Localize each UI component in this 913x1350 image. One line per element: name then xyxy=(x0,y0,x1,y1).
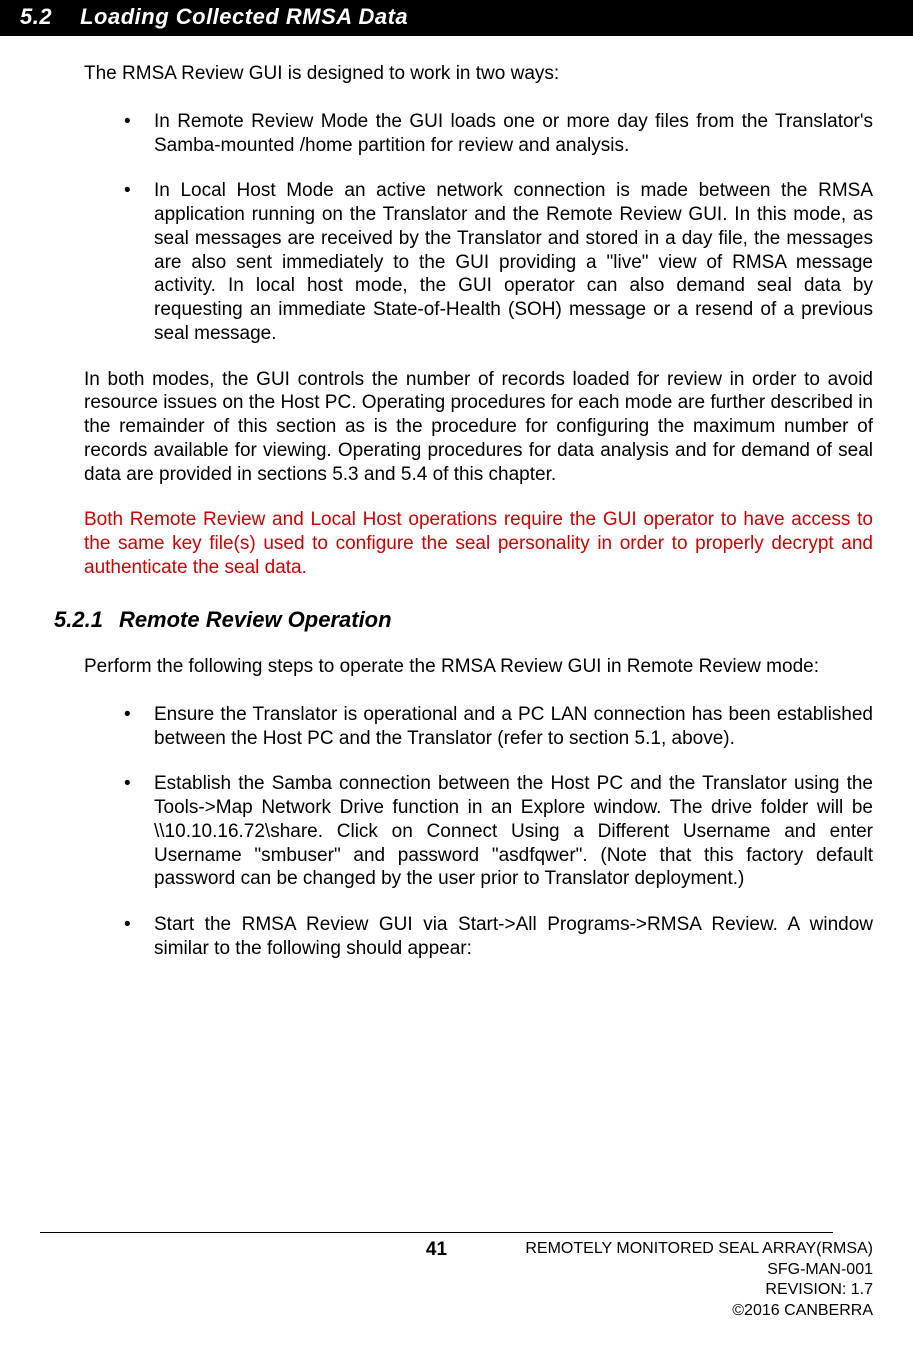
section-number: 5.2 xyxy=(20,4,52,30)
subsection-title: Remote Review Operation xyxy=(119,606,392,634)
list-item: Establish the Samba connection between t… xyxy=(84,772,873,891)
bullet-list-2: Ensure the Translator is operational and… xyxy=(84,703,873,961)
warning-paragraph: Both Remote Review and Local Host operat… xyxy=(84,508,873,579)
footer-doc-id: SFG-MAN-001 xyxy=(525,1260,873,1281)
footer-doc-title: REMOTELY MONITORED SEAL ARRAY(RMSA) xyxy=(525,1239,873,1260)
content-area: The RMSA Review GUI is designed to work … xyxy=(0,36,913,961)
list-item: Ensure the Translator is operational and… xyxy=(84,703,873,751)
footer-revision: REVISION: 1.7 xyxy=(525,1280,873,1301)
page-number: 41 xyxy=(426,1239,447,1261)
footer-copyright: ©2016 CANBERRA xyxy=(525,1301,873,1322)
list-item: In Remote Review Mode the GUI loads one … xyxy=(84,110,873,158)
list-item: In Local Host Mode an active network con… xyxy=(84,179,873,345)
section-title: Loading Collected RMSA Data xyxy=(80,4,408,30)
page: 5.2 Loading Collected RMSA Data The RMSA… xyxy=(0,0,913,1350)
list-item: Start the RMSA Review GUI via Start->All… xyxy=(84,913,873,961)
intro-text-2: Perform the following steps to operate t… xyxy=(84,655,873,679)
footer-right-block: REMOTELY MONITORED SEAL ARRAY(RMSA) SFG-… xyxy=(525,1239,873,1322)
subsection-header: 5.2.1 Remote Review Operation xyxy=(54,606,873,634)
paragraph: In both modes, the GUI controls the numb… xyxy=(84,368,873,487)
subsection-number: 5.2.1 xyxy=(54,606,103,634)
footer-row: 41 REMOTELY MONITORED SEAL ARRAY(RMSA) S… xyxy=(0,1239,873,1322)
footer-rule xyxy=(40,1232,833,1233)
page-footer: 41 REMOTELY MONITORED SEAL ARRAY(RMSA) S… xyxy=(0,1232,873,1322)
section-header: 5.2 Loading Collected RMSA Data xyxy=(0,0,913,36)
intro-text: The RMSA Review GUI is designed to work … xyxy=(84,62,873,86)
bullet-list-1: In Remote Review Mode the GUI loads one … xyxy=(84,110,873,346)
